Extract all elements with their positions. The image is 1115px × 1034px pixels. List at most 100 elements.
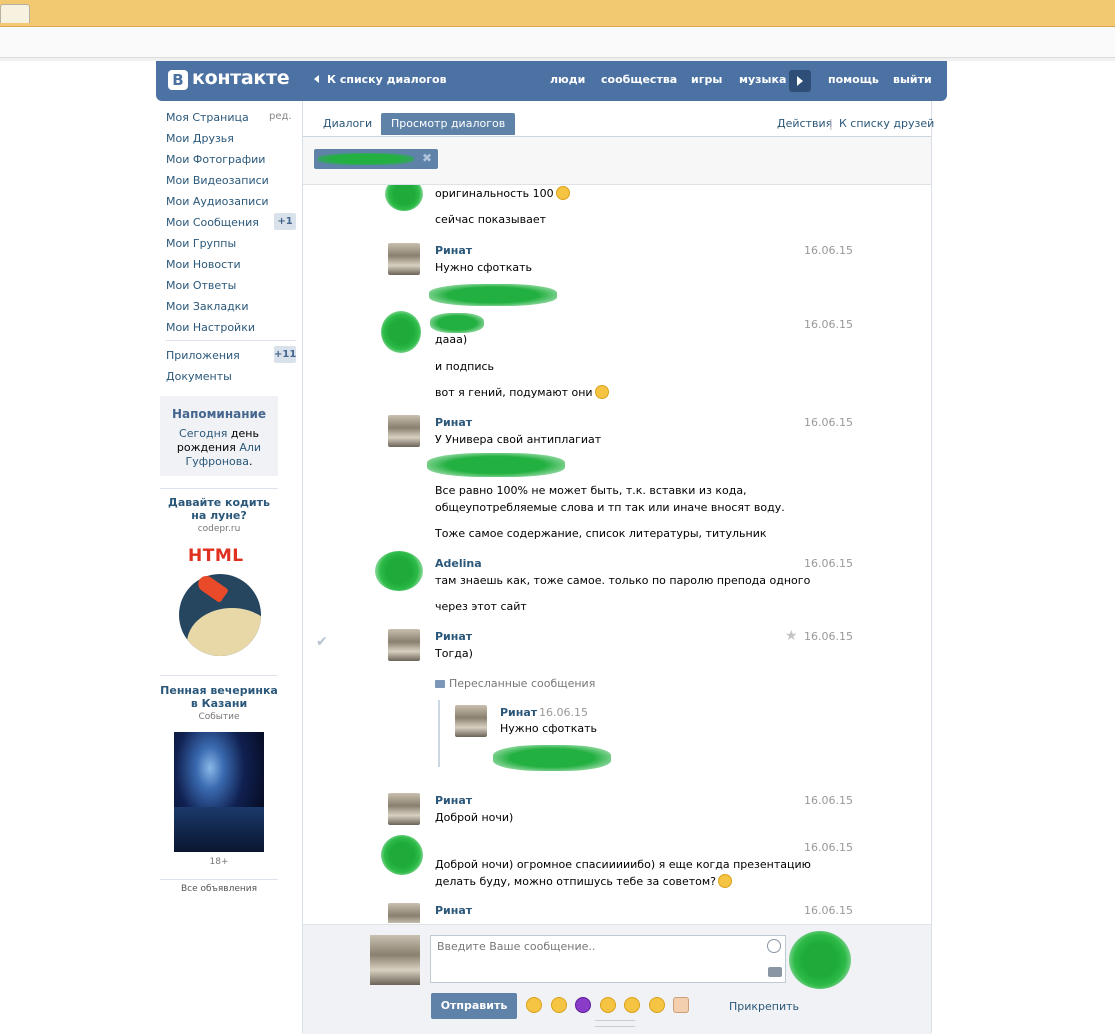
party-photo[interactable]: [174, 732, 264, 852]
participant-token[interactable]: ✖: [314, 149, 438, 169]
smile-icon[interactable]: [767, 939, 781, 953]
read-check-icon[interactable]: ✔: [316, 634, 328, 650]
reminder-name-link[interactable]: Али: [239, 441, 261, 454]
back-arrow-icon[interactable]: [314, 75, 319, 83]
my-avatar[interactable]: [370, 935, 420, 985]
relieved-emoji-icon[interactable]: [599, 997, 616, 1013]
vk-logo-icon[interactable]: B: [168, 70, 188, 90]
resize-handle[interactable]: [595, 1020, 635, 1027]
sidebar-item-photos[interactable]: Мои Фотографии: [166, 153, 265, 166]
sidebar-item-answers[interactable]: Мои Ответы: [166, 279, 236, 292]
actions-link[interactable]: Действия: [777, 117, 832, 130]
ad-title[interactable]: Пенная вечеринка в Казани: [160, 684, 278, 710]
message-date[interactable]: 16.06.15: [804, 244, 853, 257]
avatar[interactable]: [388, 903, 420, 923]
sidebar-item-settings[interactable]: Мои Настройки: [166, 321, 255, 334]
sidebar-item-audio[interactable]: Мои Аудиозаписи: [166, 195, 269, 208]
camera-icon[interactable]: [768, 967, 782, 977]
attached-image[interactable]: [427, 453, 565, 477]
avatar[interactable]: [388, 793, 420, 825]
sidebar-item-bookmarks[interactable]: Мои Закладки: [166, 300, 248, 313]
sidebar-item-my-page[interactable]: Моя Страница: [166, 111, 249, 124]
ad-banner-text[interactable]: HTML: [188, 546, 244, 566]
star-icon[interactable]: ★: [785, 628, 798, 644]
message-date[interactable]: 16.06.15: [804, 904, 853, 917]
sidebar-item-groups[interactable]: Мои Группы: [166, 237, 236, 250]
sidebar-item-news[interactable]: Мои Новости: [166, 258, 241, 271]
apps-count-badge[interactable]: +11: [274, 346, 296, 363]
avatar[interactable]: [455, 705, 487, 737]
browser-toolbar: [0, 27, 1115, 58]
avatar[interactable]: [381, 835, 423, 875]
message-date[interactable]: 16.06.15: [804, 557, 853, 570]
message-date[interactable]: 16.06.15: [804, 630, 853, 643]
sidebar-item-apps[interactable]: Приложения: [166, 349, 240, 362]
message-date[interactable]: 16.06.15: [804, 794, 853, 807]
friends-list-link[interactable]: К списку друзей: [839, 117, 934, 130]
laughing-emoji-icon: [594, 385, 609, 399]
avatar[interactable]: [385, 185, 423, 211]
ad-title[interactable]: Давайте кодить на луне?: [160, 496, 278, 522]
close-icon[interactable]: ✖: [422, 151, 432, 165]
message-input[interactable]: Введите Ваше сообщение..: [430, 935, 786, 983]
attach-link[interactable]: Прикрепить: [729, 1000, 799, 1013]
edit-link[interactable]: ред.: [269, 111, 292, 122]
forwarded-label[interactable]: Пересланные сообщения: [449, 677, 595, 690]
message-author[interactable]: Ринат: [435, 416, 472, 429]
avatar[interactable]: [388, 243, 420, 275]
nav-people[interactable]: люди: [550, 73, 585, 86]
message-author[interactable]: [430, 313, 484, 333]
message-date[interactable]: 16.06.15: [804, 318, 853, 331]
avatar[interactable]: [388, 415, 420, 447]
nav-games[interactable]: игры: [691, 73, 722, 86]
reminder-text-part2: рождения: [176, 441, 240, 454]
attached-image[interactable]: [429, 284, 557, 306]
conversation-filter: ✖: [303, 137, 931, 185]
sidebar-item-messages[interactable]: Мои Сообщения: [166, 216, 259, 229]
messages-count-badge[interactable]: +1: [274, 213, 296, 230]
avatar[interactable]: [388, 629, 420, 661]
message-date[interactable]: 16.06.15: [804, 841, 853, 854]
kiss-emoji-icon[interactable]: [648, 997, 665, 1013]
message-author[interactable]: Ринат: [435, 630, 472, 643]
nav-logout[interactable]: выйти: [893, 73, 932, 86]
reminder-surname-link[interactable]: Гуфронова: [186, 455, 249, 468]
nav-communities[interactable]: сообщества: [601, 73, 677, 86]
recipient-avatar[interactable]: [789, 931, 851, 989]
reminder-today-link[interactable]: Сегодня: [179, 427, 227, 440]
forwarded-author[interactable]: Ринат: [500, 706, 537, 719]
all-ads-link[interactable]: Все объявления: [160, 884, 278, 894]
forwarded-text: Нужно сфоткать: [500, 722, 597, 735]
play-icon[interactable]: [789, 70, 811, 92]
grin-emoji-icon[interactable]: [526, 997, 542, 1013]
message-text: Доброй ночи): [435, 811, 514, 824]
message-author[interactable]: Ринат: [435, 794, 472, 807]
site-logo-text[interactable]: контакте: [192, 67, 290, 89]
nav-help[interactable]: помощь: [828, 73, 879, 86]
sidebar-item-videos[interactable]: Мои Видеозаписи: [166, 174, 269, 187]
tab-view-dialogs[interactable]: Просмотр диалогов: [381, 113, 516, 135]
reminder-title: Напоминание: [171, 407, 267, 421]
smirk-emoji-icon[interactable]: [624, 997, 640, 1013]
thumbs-up-icon[interactable]: [673, 997, 689, 1013]
devil-emoji-icon[interactable]: [575, 997, 591, 1013]
message-text: вот я гений, подумают они: [435, 384, 609, 401]
send-button[interactable]: Отправить: [431, 993, 517, 1019]
avatar[interactable]: [375, 551, 423, 591]
tab-dialogs[interactable]: Диалоги: [313, 113, 382, 135]
message-author[interactable]: Ринат: [435, 244, 472, 257]
sidebar-item-documents[interactable]: Документы: [166, 370, 232, 383]
nav-music[interactable]: музыка: [739, 73, 786, 86]
back-to-dialogs-link[interactable]: К списку диалогов: [327, 73, 447, 86]
ad-divider: [160, 488, 278, 489]
message-author[interactable]: Adelina: [435, 557, 482, 570]
message-date[interactable]: 16.06.15: [804, 416, 853, 429]
ad-divider: [160, 675, 278, 676]
browser-tab[interactable]: [0, 4, 30, 23]
attached-image[interactable]: [493, 745, 611, 771]
praying-hands-icon: [717, 874, 732, 888]
wink-emoji-icon[interactable]: [550, 997, 567, 1013]
avatar[interactable]: [381, 311, 421, 353]
message-author[interactable]: Ринат: [435, 904, 472, 917]
sidebar-item-friends[interactable]: Мои Друзья: [166, 132, 234, 145]
